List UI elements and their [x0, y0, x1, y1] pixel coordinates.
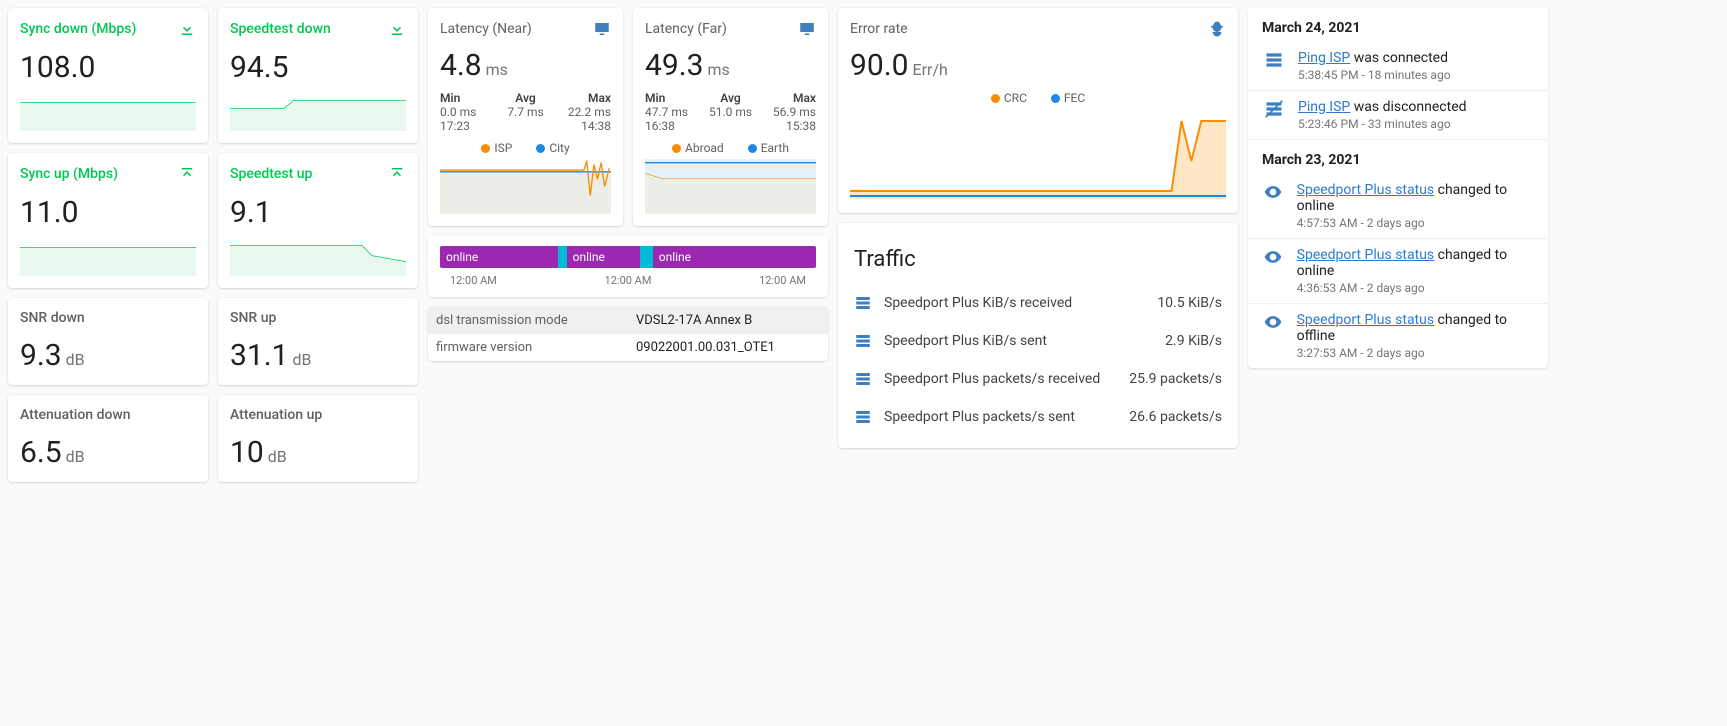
kpi-title: Attenuation up — [230, 407, 406, 423]
log-sub: 5:23:46 PM - 33 minutes ago — [1298, 117, 1467, 131]
log-item[interactable]: Ping ISP was connected5:38:45 PM - 18 mi… — [1248, 42, 1548, 91]
kpi-value: 6.5dB — [20, 435, 196, 470]
latency-near-chart — [440, 159, 611, 214]
event-log[interactable]: March 24, 2021Ping ISP was connected5:38… — [1248, 8, 1548, 368]
log-item[interactable]: Speedport Plus status changed to offline… — [1248, 304, 1548, 368]
latency-far-chart — [645, 159, 816, 214]
kpi-title: Speedtest up — [230, 166, 312, 182]
kpi-value: 108.0 — [20, 50, 196, 85]
card-title: Latency (Near) — [440, 21, 532, 37]
traffic-row: Speedport Plus packets/s sent26.6 packet… — [850, 398, 1226, 436]
latency-near-legend: ISPCity — [440, 141, 611, 155]
log-item[interactable]: Ping ISP was disconnected5:23:46 PM - 33… — [1248, 91, 1548, 140]
net-off-icon — [1262, 99, 1286, 131]
latency-stats: MinAvgMax 0.0 ms7.7 ms22.2 ms 17:2314:38 — [440, 91, 611, 133]
card-title: Latency (Far) — [645, 21, 727, 37]
spark-speedtest-up — [230, 240, 406, 276]
log-item[interactable]: Speedport Plus status changed to online4… — [1248, 239, 1548, 304]
spark-sync-up — [20, 240, 196, 276]
kpi-title: SNR up — [230, 310, 406, 326]
log-link[interactable]: Ping ISP — [1298, 99, 1350, 115]
info-card[interactable]: dsl transmission modeVDSL2-17A Annex Bfi… — [428, 307, 828, 361]
log-link[interactable]: Ping ISP — [1298, 50, 1350, 66]
eye-icon — [1262, 312, 1285, 360]
latency-stats: MinAvgMax 47.7 ms51.0 ms56.9 ms 16:3815:… — [645, 91, 816, 133]
kpi-snr-up[interactable]: SNR up 31.1dB — [218, 298, 418, 385]
latency-value: 49.3ms — [645, 48, 816, 83]
eye-icon — [1262, 182, 1285, 230]
kpi-speedtest-up[interactable]: Speedtest up 9.1 — [218, 153, 418, 288]
log-link[interactable]: Speedport Plus status — [1297, 312, 1435, 328]
monitor-icon — [593, 20, 611, 38]
server-icon — [854, 294, 872, 312]
card-title: Error rate — [850, 21, 908, 37]
traffic-title: Traffic — [850, 235, 1226, 284]
download-icon — [178, 20, 196, 38]
log-link[interactable]: Speedport Plus status — [1297, 182, 1435, 198]
timeline-card[interactable]: onlineonlineonline 12:00 AM12:00 AM12:00… — [428, 236, 828, 297]
monitor-icon — [798, 20, 816, 38]
log-sub: 3:27:53 AM - 2 days ago — [1297, 346, 1534, 360]
latency-far-legend: AbroadEarth — [645, 141, 816, 155]
kpi-value: 31.1dB — [230, 338, 406, 373]
kpi-snr-down[interactable]: SNR down 9.3dB — [8, 298, 208, 385]
error-rate-card[interactable]: Error rate 90.0Err/h CRCFEC — [838, 8, 1238, 213]
kpi-att-up[interactable]: Attenuation up 10dB — [218, 395, 418, 482]
kpi-speedtest-down[interactable]: Speedtest down 94.5 — [218, 8, 418, 143]
latency-near-card[interactable]: Latency (Near) 4.8ms MinAvgMax 0.0 ms7.7… — [428, 8, 623, 226]
error-rate-value: 90.0Err/h — [850, 48, 1226, 83]
timeline-labels: 12:00 AM12:00 AM12:00 AM — [440, 274, 816, 287]
kpi-title: Speedtest down — [230, 21, 331, 37]
bug-icon — [1208, 20, 1226, 38]
kpi-sync-up[interactable]: Sync up (Mbps) 11.0 — [8, 153, 208, 288]
kpi-title: Sync down (Mbps) — [20, 21, 136, 37]
eye-icon — [1262, 247, 1285, 295]
net-icon — [1262, 50, 1286, 82]
spark-speedtest-down — [230, 95, 406, 131]
log-sub: 4:57:53 AM - 2 days ago — [1297, 216, 1534, 230]
log-link[interactable]: Speedport Plus status — [1297, 247, 1435, 263]
latency-value: 4.8ms — [440, 48, 611, 83]
traffic-row: Speedport Plus packets/s received25.9 pa… — [850, 360, 1226, 398]
timeline-bar: onlineonlineonline — [440, 246, 816, 268]
server-icon — [854, 408, 872, 426]
traffic-row: Speedport Plus KiB/s received10.5 KiB/s — [850, 284, 1226, 322]
info-table: dsl transmission modeVDSL2-17A Annex Bfi… — [428, 307, 828, 361]
kpi-value: 94.5 — [230, 50, 406, 85]
log-item[interactable]: Speedport Plus status changed to online4… — [1248, 174, 1548, 239]
kpi-value: 9.3dB — [20, 338, 196, 373]
error-rate-chart — [850, 111, 1226, 201]
spark-sync-down — [20, 95, 196, 131]
kpi-title: SNR down — [20, 310, 196, 326]
kpi-value: 11.0 — [20, 195, 196, 230]
traffic-row: Speedport Plus KiB/s sent2.9 KiB/s — [850, 322, 1226, 360]
kpi-sync-down[interactable]: Sync down (Mbps) 108.0 — [8, 8, 208, 143]
log-sub: 5:38:45 PM - 18 minutes ago — [1298, 68, 1451, 82]
kpi-title: Sync up (Mbps) — [20, 166, 118, 182]
upload-icon — [178, 165, 196, 183]
error-rate-legend: CRCFEC — [850, 91, 1226, 105]
download-icon — [388, 20, 406, 38]
traffic-rows: Speedport Plus KiB/s received10.5 KiB/sS… — [850, 284, 1226, 436]
kpi-att-down[interactable]: Attenuation down 6.5dB — [8, 395, 208, 482]
latency-far-card[interactable]: Latency (Far) 49.3ms MinAvgMax 47.7 ms51… — [633, 8, 828, 226]
kpi-value: 10dB — [230, 435, 406, 470]
server-icon — [854, 332, 872, 350]
kpi-value: 9.1 — [230, 195, 406, 230]
upload-icon — [388, 165, 406, 183]
traffic-card[interactable]: Traffic Speedport Plus KiB/s received10.… — [838, 223, 1238, 448]
server-icon — [854, 370, 872, 388]
kpi-title: Attenuation down — [20, 407, 196, 423]
log-sub: 4:36:53 AM - 2 days ago — [1297, 281, 1534, 295]
log-date: March 24, 2021 — [1248, 8, 1548, 42]
log-date: March 23, 2021 — [1248, 140, 1548, 174]
